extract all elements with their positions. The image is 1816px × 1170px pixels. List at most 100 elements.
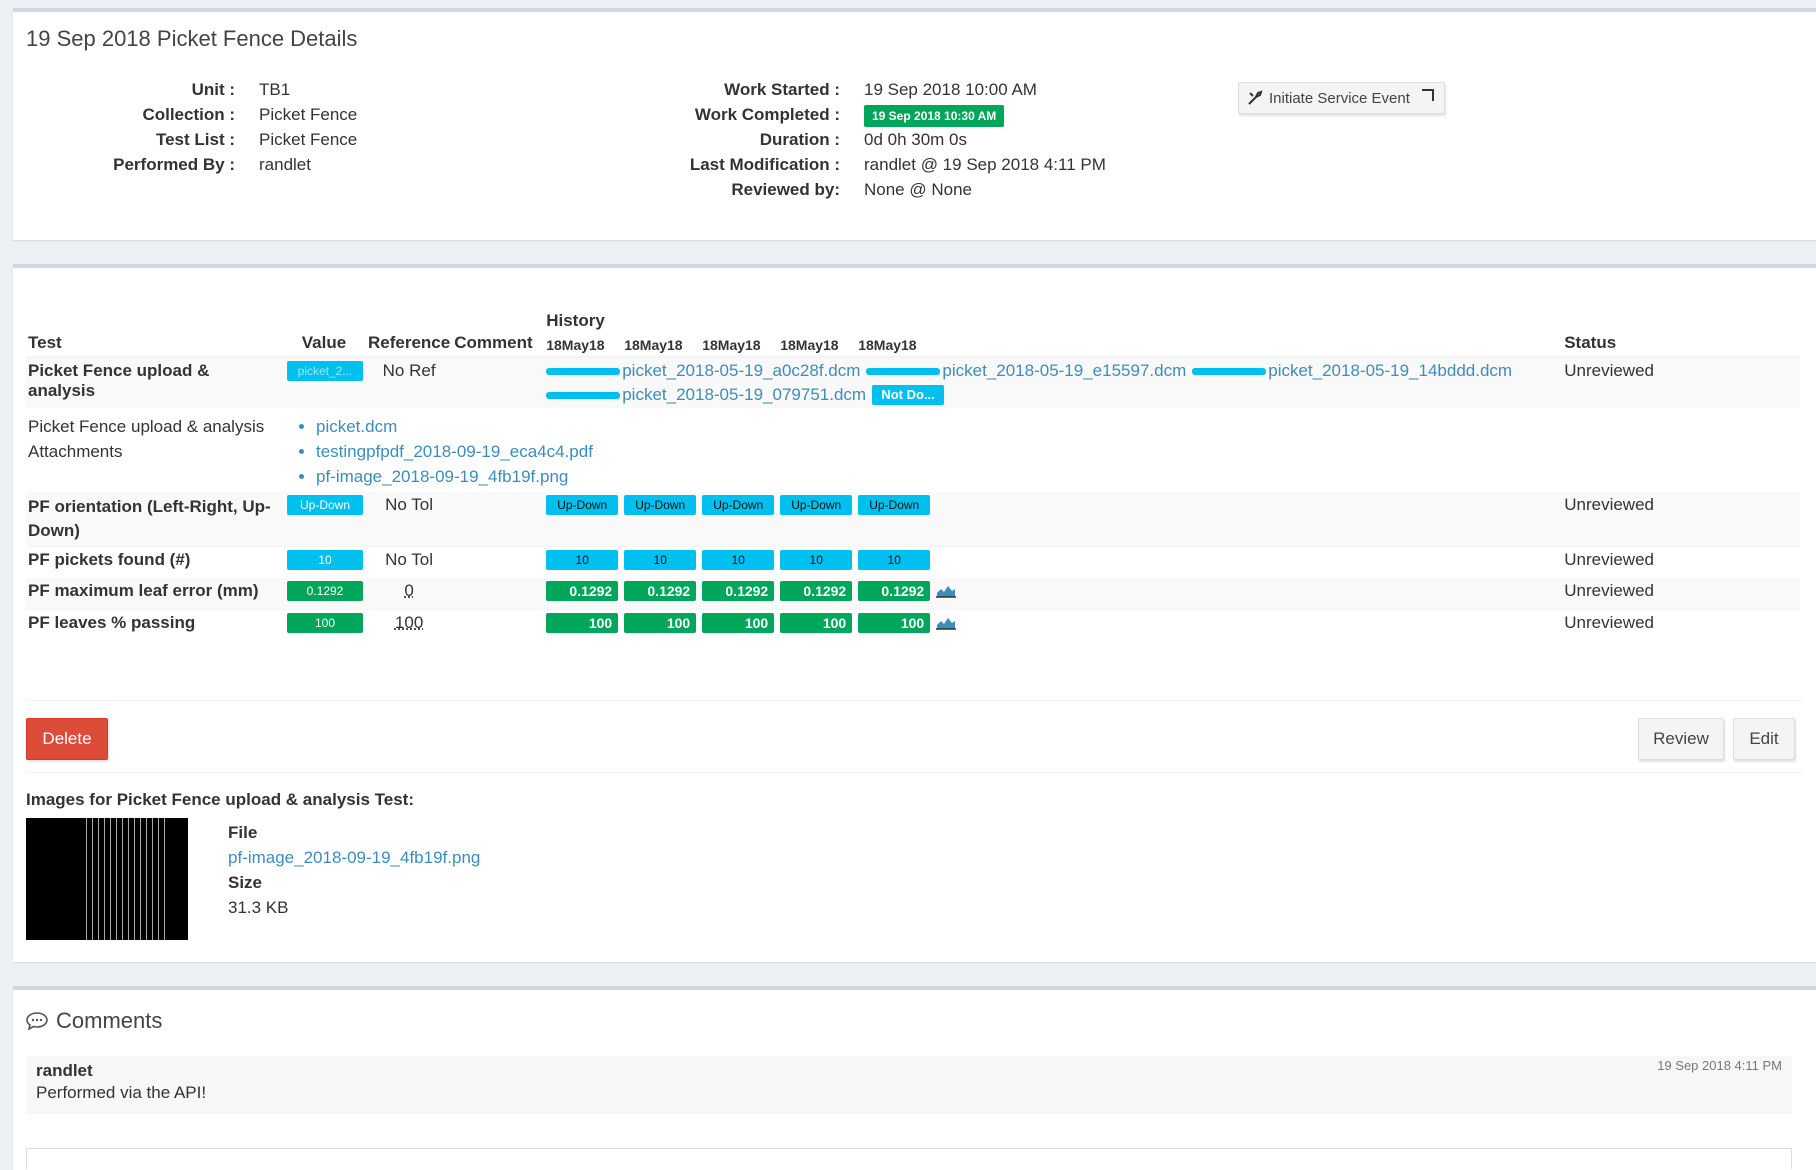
unit-label: Unit : bbox=[191, 80, 235, 99]
history-bar[interactable]: 100 bbox=[702, 613, 775, 633]
divider bbox=[26, 700, 1803, 701]
comment-input[interactable] bbox=[26, 1148, 1792, 1169]
history-bar[interactable]: 100 bbox=[858, 613, 931, 633]
col-header-test: Test bbox=[28, 333, 62, 352]
history-bar[interactable]: Up-Down bbox=[858, 495, 931, 515]
history-bar bbox=[866, 368, 941, 376]
history-file-link[interactable]: picket_2018-05-19_14bddd.dcm bbox=[1268, 361, 1512, 380]
edit-button[interactable]: Edit bbox=[1733, 718, 1795, 760]
history-title: History bbox=[546, 311, 605, 330]
history-bar bbox=[1192, 368, 1267, 376]
value-badge[interactable]: picket_2... bbox=[287, 361, 363, 381]
history-bar[interactable]: Up-Down bbox=[546, 495, 619, 515]
attachment-link[interactable]: pf-image_2018-09-19_4fb19f.png bbox=[316, 467, 568, 486]
test-name: PF leaves % passing bbox=[26, 609, 282, 641]
test-name: PF maximum leaf error (mm) bbox=[26, 578, 282, 610]
not-done-badge[interactable]: Not Do... bbox=[872, 385, 945, 405]
history-date: 18May18 bbox=[546, 337, 605, 353]
history-date: 18May18 bbox=[624, 337, 683, 353]
attachment-link[interactable]: testingpfpdf_2018-09-19_eca4c4.pdf bbox=[316, 442, 593, 461]
history-bar[interactable]: 0.1292 bbox=[780, 581, 853, 601]
comments-box: Comments randlet 19 Sep 2018 4:11 PM Per… bbox=[13, 986, 1816, 1170]
delete-button[interactable]: Delete bbox=[26, 718, 108, 760]
work-completed-row: Work Completed : 19 Sep 2018 10:30 AM bbox=[633, 102, 1106, 127]
external-link-icon bbox=[1421, 89, 1434, 101]
comments-header: Comments bbox=[26, 1008, 162, 1034]
history-bar[interactable]: Up-Down bbox=[702, 495, 775, 515]
history-bar[interactable]: 10 bbox=[780, 550, 853, 570]
history-bar[interactable]: 100 bbox=[546, 613, 619, 633]
value-badge[interactable]: 100 bbox=[287, 613, 363, 633]
value-badge[interactable]: 0.1292 bbox=[287, 581, 363, 601]
test-list-label: Test List : bbox=[155, 130, 235, 149]
work-started-label: Work Started : bbox=[724, 80, 840, 99]
image-file-link[interactable]: pf-image_2018-09-19_4fb19f.png bbox=[228, 848, 480, 867]
area-chart-icon[interactable] bbox=[936, 584, 957, 598]
work-completed-label: Work Completed : bbox=[694, 105, 840, 124]
comment-item: randlet 19 Sep 2018 4:11 PM Performed vi… bbox=[26, 1056, 1792, 1114]
performed-by-value: randlet bbox=[259, 155, 311, 174]
history-bar[interactable]: 0.1292 bbox=[858, 581, 931, 601]
comment-text: Performed via the API! bbox=[36, 1083, 207, 1102]
history-date: 18May18 bbox=[780, 337, 839, 353]
file-label: File bbox=[228, 823, 258, 842]
comment-author: randlet bbox=[36, 1061, 93, 1080]
duration-label: Duration : bbox=[759, 130, 840, 149]
history-values: 0.1292 0.1292 0.1292 0.1292 0.1292 bbox=[546, 581, 1560, 601]
image-file-info: File pf-image_2018-09-19_4fb19f.png Size… bbox=[228, 820, 480, 920]
last-modification-row: Last Modification : randlet @ 19 Sep 2018… bbox=[633, 152, 1106, 177]
status-value: Unreviewed bbox=[1562, 578, 1800, 610]
history-bar[interactable]: 10 bbox=[546, 550, 619, 570]
history-values: Up-Down Up-Down Up-Down Up-Down Up-Down bbox=[546, 495, 1560, 515]
history-file-link[interactable]: picket_2018-05-19_a0c28f.dcm bbox=[622, 361, 860, 380]
test-list-value: Picket Fence bbox=[259, 130, 358, 149]
last-modification-value: randlet @ 19 Sep 2018 4:11 PM bbox=[864, 155, 1106, 174]
area-chart-icon[interactable] bbox=[936, 616, 957, 630]
status-value: Unreviewed bbox=[1562, 609, 1800, 641]
history-bar[interactable]: Up-Down bbox=[624, 495, 697, 515]
attachment-link[interactable]: picket.dcm bbox=[316, 417, 397, 436]
reference-value[interactable]: 0 bbox=[366, 578, 453, 610]
history-file-link[interactable]: picket_2018-05-19_079751.dcm bbox=[622, 385, 866, 404]
col-header-comment: Comment bbox=[454, 333, 533, 352]
history-bar[interactable]: 0.1292 bbox=[702, 581, 775, 601]
size-label: Size bbox=[228, 873, 263, 892]
picket-fence-image-thumbnail[interactable] bbox=[26, 818, 188, 940]
history-file-link[interactable]: picket_2018-05-19_e15597.dcm bbox=[942, 361, 1186, 380]
attachments-label: Picket Fence upload & analysis Attachmen… bbox=[28, 417, 265, 461]
value-badge[interactable]: Up-Down bbox=[287, 495, 363, 515]
history-bar[interactable]: 10 bbox=[858, 550, 931, 570]
review-button[interactable]: Review bbox=[1638, 718, 1724, 760]
duration-value: 0d 0h 30m 0s bbox=[864, 130, 968, 149]
unit-value: TB1 bbox=[259, 80, 291, 99]
details-right-list: Work Started : 19 Sep 2018 10:00 AM Work … bbox=[633, 77, 1106, 202]
reference-value[interactable]: 100 bbox=[366, 609, 453, 641]
history-bar[interactable]: 0.1292 bbox=[546, 581, 619, 601]
performed-by-row: Performed By : randlet bbox=[73, 152, 357, 177]
comment-cell bbox=[452, 578, 545, 610]
collection-value: Picket Fence bbox=[259, 105, 358, 124]
history-bar[interactable]: 10 bbox=[624, 550, 697, 570]
work-started-value: 19 Sep 2018 10:00 AM bbox=[864, 80, 1037, 99]
status-value: Unreviewed bbox=[1562, 546, 1800, 578]
history-bar bbox=[546, 368, 621, 376]
comments-icon bbox=[26, 1012, 48, 1030]
history-dates: 18May18 18May18 18May18 18May18 18May18 bbox=[546, 337, 1560, 353]
history-bar[interactable]: 100 bbox=[624, 613, 697, 633]
performed-by-label: Performed By : bbox=[113, 155, 235, 174]
reference-value: No Tol bbox=[366, 546, 453, 578]
col-header-history: History 18May18 18May18 18May18 18May18 … bbox=[544, 308, 1562, 357]
details-box: 19 Sep 2018 Picket Fence Details Unit : T… bbox=[13, 8, 1816, 240]
history-files: picket_2018-05-19_a0c28f.dcm picket_2018… bbox=[546, 361, 1560, 405]
size-value: 31.3 KB bbox=[228, 898, 289, 917]
history-bar[interactable]: 100 bbox=[780, 613, 853, 633]
test-list-row: Test List : Picket Fence bbox=[73, 127, 357, 152]
history-bar[interactable]: 10 bbox=[702, 550, 775, 570]
history-date: 18May18 bbox=[858, 337, 917, 353]
work-started-row: Work Started : 19 Sep 2018 10:00 AM bbox=[633, 77, 1106, 102]
history-bar[interactable]: Up-Down bbox=[780, 495, 853, 515]
history-bar[interactable]: 0.1292 bbox=[624, 581, 697, 601]
value-badge[interactable]: 10 bbox=[287, 550, 363, 570]
initiate-service-event-button[interactable]: Initiate Service Event bbox=[1238, 82, 1445, 114]
initiate-service-event-label: Initiate Service Event bbox=[1269, 89, 1410, 107]
